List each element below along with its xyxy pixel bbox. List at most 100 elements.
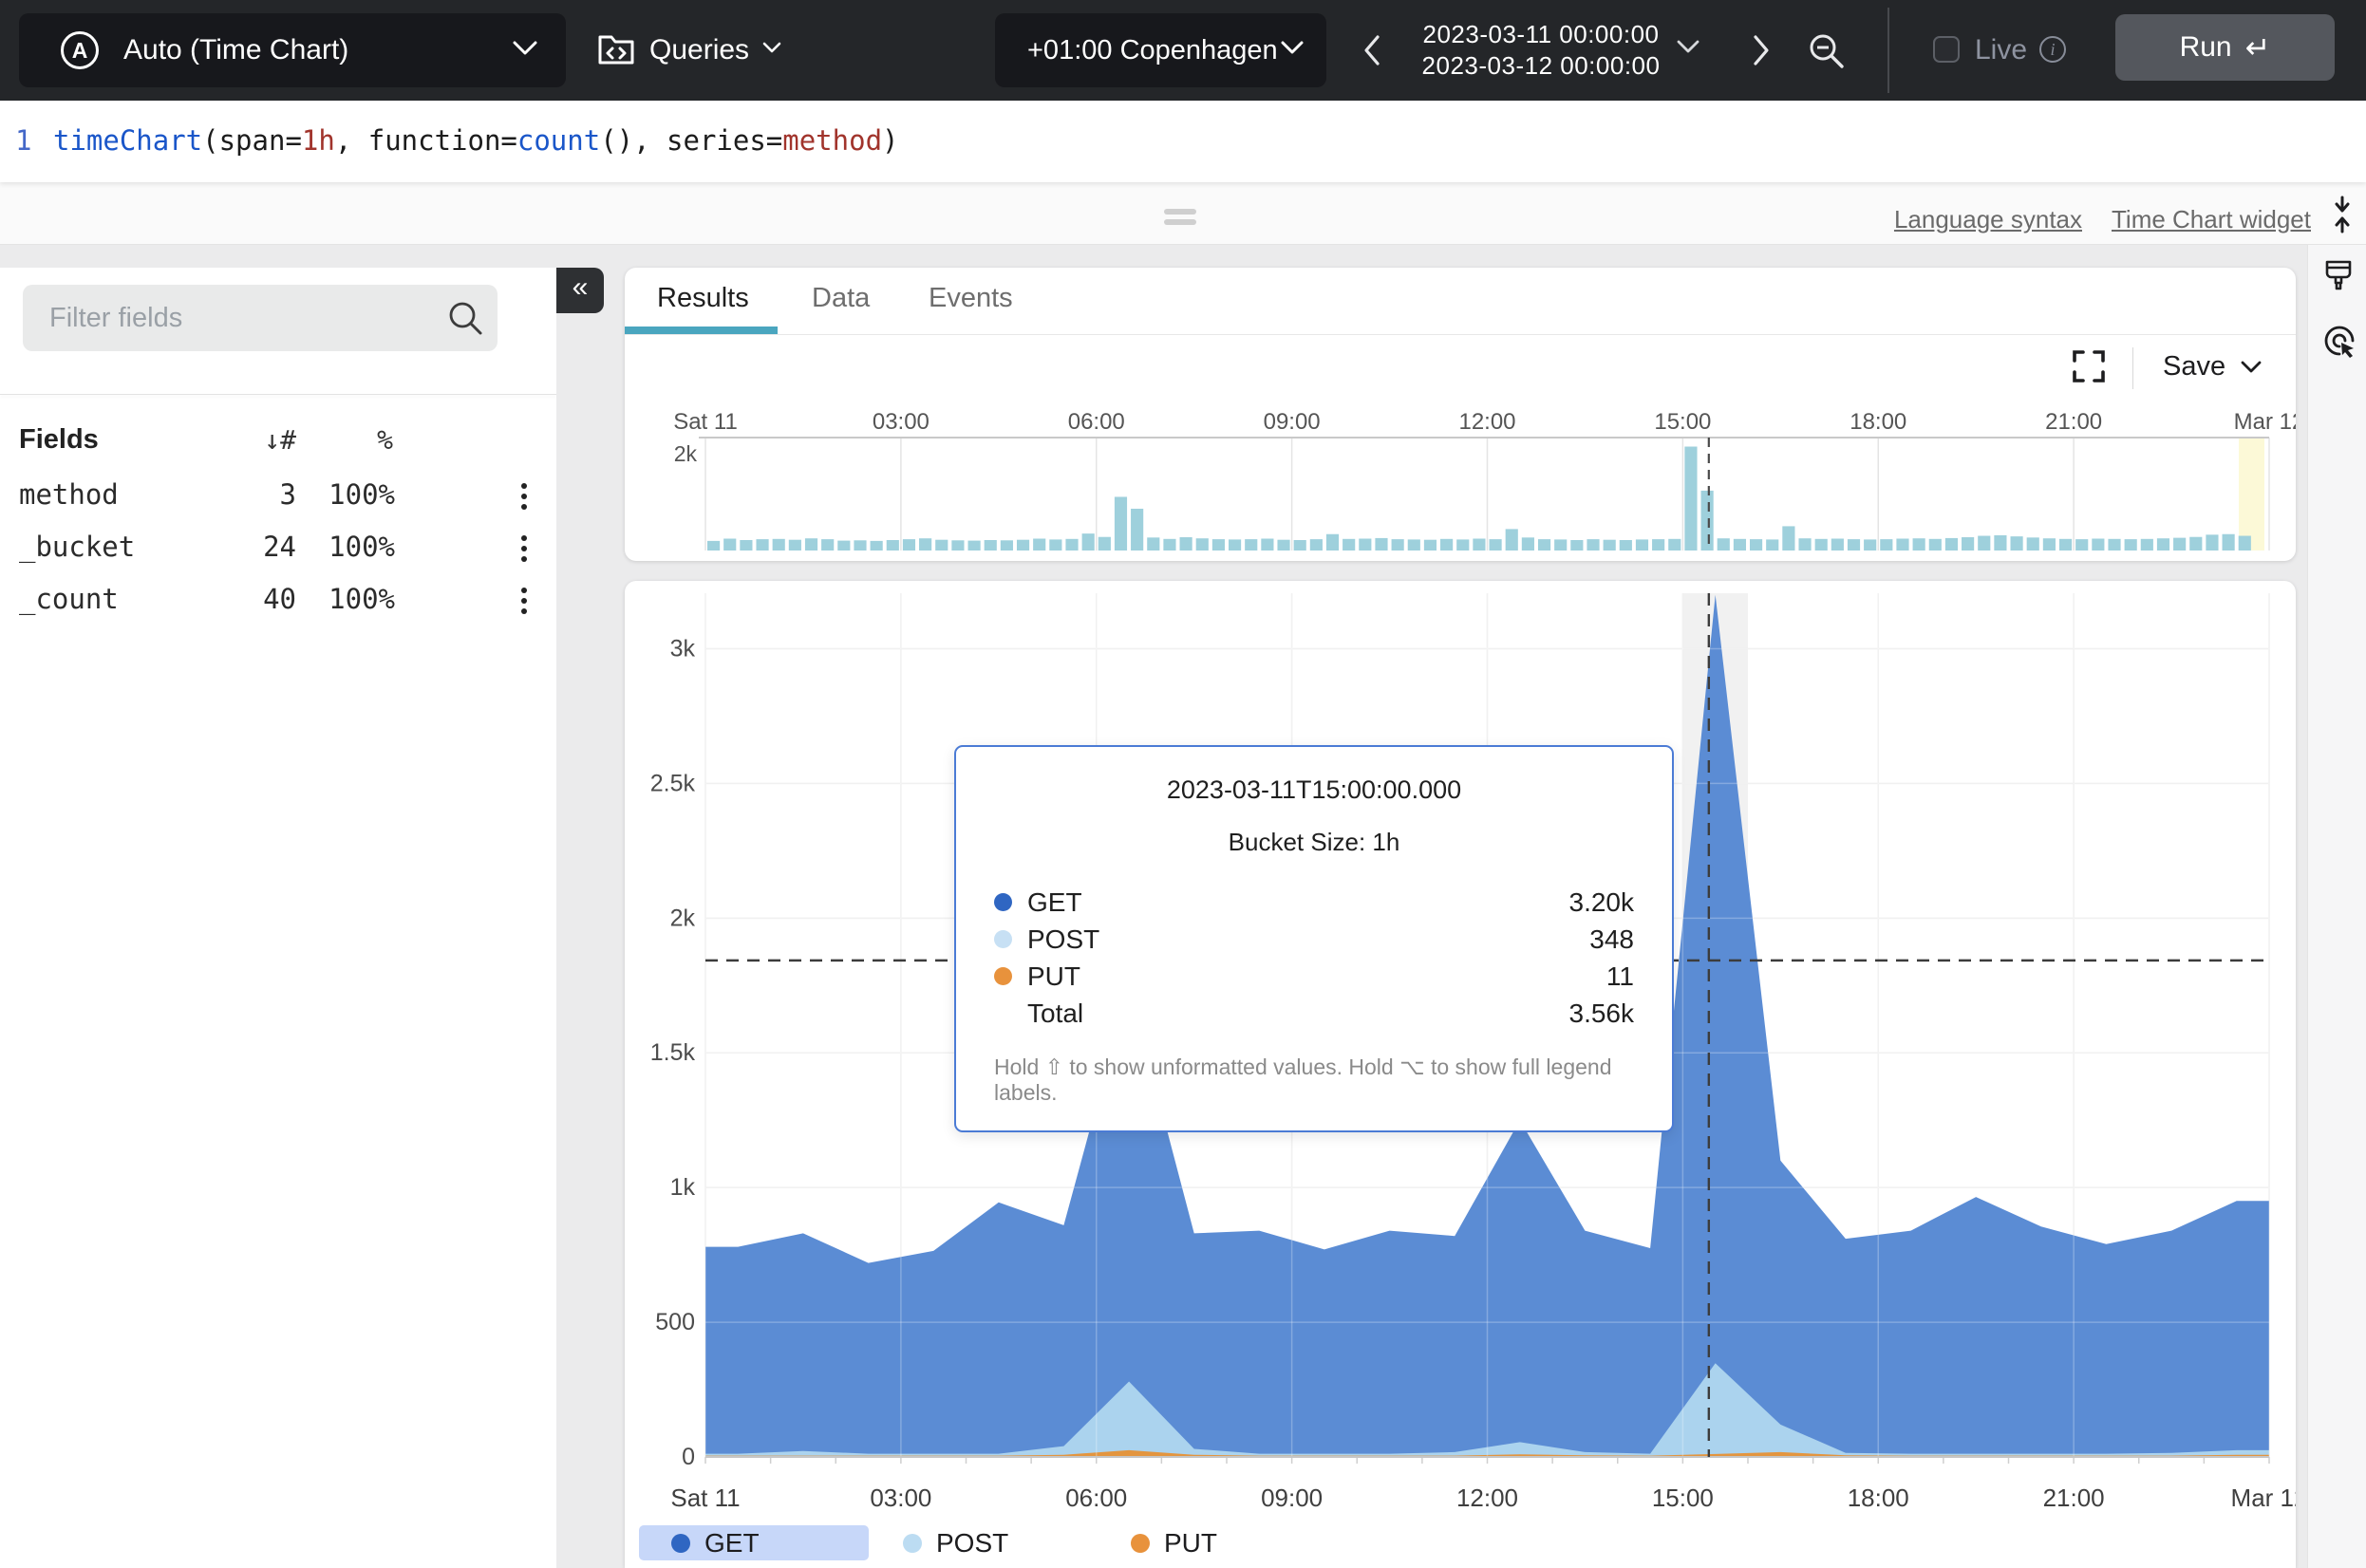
line-number: 1 <box>15 124 31 157</box>
mini-bar <box>1587 539 1599 551</box>
inspect-click-icon[interactable] <box>2321 323 2357 364</box>
legend-label: PUT <box>1164 1528 1217 1559</box>
mini-bar <box>2173 538 2186 551</box>
mini-bar <box>1701 491 1714 551</box>
mini-bar <box>887 540 899 551</box>
legend-item-put[interactable]: PUT <box>1119 1525 1217 1560</box>
percent-column-header[interactable]: % <box>377 424 393 456</box>
mini-bar <box>1456 539 1469 551</box>
field-count: 40 <box>263 583 296 615</box>
mini-bar <box>1098 537 1111 551</box>
mini-bar <box>837 541 850 551</box>
kebab-dot <box>521 535 527 541</box>
mini-bar <box>1359 539 1371 551</box>
mini-bar <box>871 541 883 551</box>
run-button[interactable]: Run ↵ <box>2115 14 2335 81</box>
kebab-dot <box>521 598 527 604</box>
mini-bar <box>1734 539 1746 551</box>
zoom-out-time-icon[interactable] <box>1806 30 1848 77</box>
fields-table: Fields ↓# % method3100%_bucket24100%_cou… <box>0 415 556 625</box>
main-y-label: 1.5k <box>650 1039 696 1066</box>
field-count: 24 <box>263 531 296 563</box>
mini-bar <box>1945 538 1958 551</box>
queries-folder-icon <box>596 29 636 72</box>
field-percent: 100% <box>329 478 395 511</box>
field-percent: 100% <box>329 531 395 563</box>
mini-bar <box>1440 539 1453 551</box>
mini-bar <box>1506 529 1518 551</box>
mini-bar <box>1554 539 1567 551</box>
series-dot <box>994 893 1012 911</box>
legend-label: GET <box>704 1528 760 1559</box>
mini-x-label: Sat 11 <box>673 409 738 435</box>
mini-y-label: 2k <box>674 441 698 466</box>
filter-fields-input[interactable] <box>23 285 498 351</box>
results-panel: ResultsDataEvents Save Sat 1103:0006:000… <box>625 268 2296 561</box>
chart-legend: GET POST PUT <box>625 1525 2296 1568</box>
tooltip-series-value: 348 <box>1589 924 1634 955</box>
mini-bar <box>1163 539 1175 551</box>
field-percent: 100% <box>329 583 395 615</box>
timezone-selector[interactable]: +01:00 Copenhagen <box>995 13 1326 87</box>
tooltip-series-label: GET <box>1027 887 1082 918</box>
overview-histogram[interactable]: Sat 1103:0006:0009:0012:0015:0018:0021:0… <box>625 268 2296 561</box>
main-x-label: 15:00 <box>1652 1484 1714 1512</box>
legend-item-get[interactable]: GET <box>639 1525 869 1560</box>
mini-bar <box>740 540 752 551</box>
count-column-header[interactable]: ↓# <box>264 424 296 456</box>
query-code[interactable]: timeChart(span=1h, function=count(), ser… <box>53 124 899 157</box>
query-token: (span= <box>202 124 302 157</box>
time-shift-back-button[interactable] <box>1356 23 1388 78</box>
run-label: Run <box>2180 31 2232 64</box>
field-row[interactable]: _count40100% <box>0 572 556 625</box>
legend-item-post[interactable]: POST <box>892 1525 1008 1560</box>
style-brush-icon[interactable] <box>2321 258 2356 299</box>
tooltip-series-label: Total <box>1027 999 1083 1029</box>
kebab-dot <box>521 588 527 593</box>
live-checkbox[interactable] <box>1933 36 1960 63</box>
mini-bar <box>1343 539 1355 551</box>
mini-bar <box>968 541 981 551</box>
collapse-sidebar-button[interactable]: « <box>556 268 604 313</box>
field-row[interactable]: _bucket24100% <box>0 520 556 572</box>
query-token: ) <box>882 124 898 157</box>
mini-bar <box>1848 539 1860 551</box>
main-y-label: 1k <box>670 1174 696 1201</box>
mini-bar <box>2011 536 2023 551</box>
mini-bar <box>805 538 817 551</box>
mini-x-label: 18:00 <box>1850 409 1906 435</box>
legend-label: POST <box>936 1528 1008 1559</box>
info-icon[interactable]: i <box>2039 36 2066 63</box>
mini-bar <box>1424 540 1436 551</box>
field-menu-icon[interactable] <box>513 584 535 618</box>
kebab-dot <box>521 483 527 489</box>
query-editor[interactable]: 1 timeChart(span=1h, function=count(), s… <box>0 101 2366 182</box>
mini-bar <box>2141 539 2153 551</box>
time-chart-widget-link[interactable]: Time Chart widget <box>2112 205 2311 234</box>
visualization-selector[interactable]: A Auto (Time Chart) <box>19 13 566 87</box>
mini-bar <box>1978 536 1990 551</box>
mini-bar <box>2027 537 2039 551</box>
main-x-label: 18:00 <box>1848 1484 1909 1512</box>
fields-table-header: Fields ↓# % <box>0 415 556 468</box>
main-y-label: 2.5k <box>650 770 696 796</box>
timezone-label: +01:00 Copenhagen <box>1027 35 1278 66</box>
mini-bar <box>1261 539 1273 551</box>
collapse-vertical-icon[interactable] <box>2326 196 2358 238</box>
queries-menu-button[interactable]: Queries <box>596 13 781 87</box>
tooltip-timestamp: 2023-03-11T15:00:00.000 <box>994 775 1634 805</box>
field-menu-icon[interactable] <box>513 532 535 566</box>
chevron-down-icon[interactable] <box>1677 40 1699 59</box>
mini-bar <box>1652 539 1664 551</box>
field-row[interactable]: method3100% <box>0 468 556 520</box>
editor-resize-handle[interactable] <box>1164 209 1196 230</box>
time-shift-forward-button[interactable] <box>1745 23 1777 78</box>
time-range-selector[interactable]: 2023-03-11 00:00:00 2023-03-12 00:00:00 <box>1407 13 1675 87</box>
mini-bar <box>2108 539 2120 551</box>
field-menu-icon[interactable] <box>513 479 535 513</box>
mini-x-label: 09:00 <box>1264 409 1321 435</box>
language-syntax-link[interactable]: Language syntax <box>1894 205 2082 234</box>
chevron-down-icon <box>513 41 537 61</box>
mini-bar <box>1718 538 1730 551</box>
query-token: timeChart <box>53 124 202 157</box>
